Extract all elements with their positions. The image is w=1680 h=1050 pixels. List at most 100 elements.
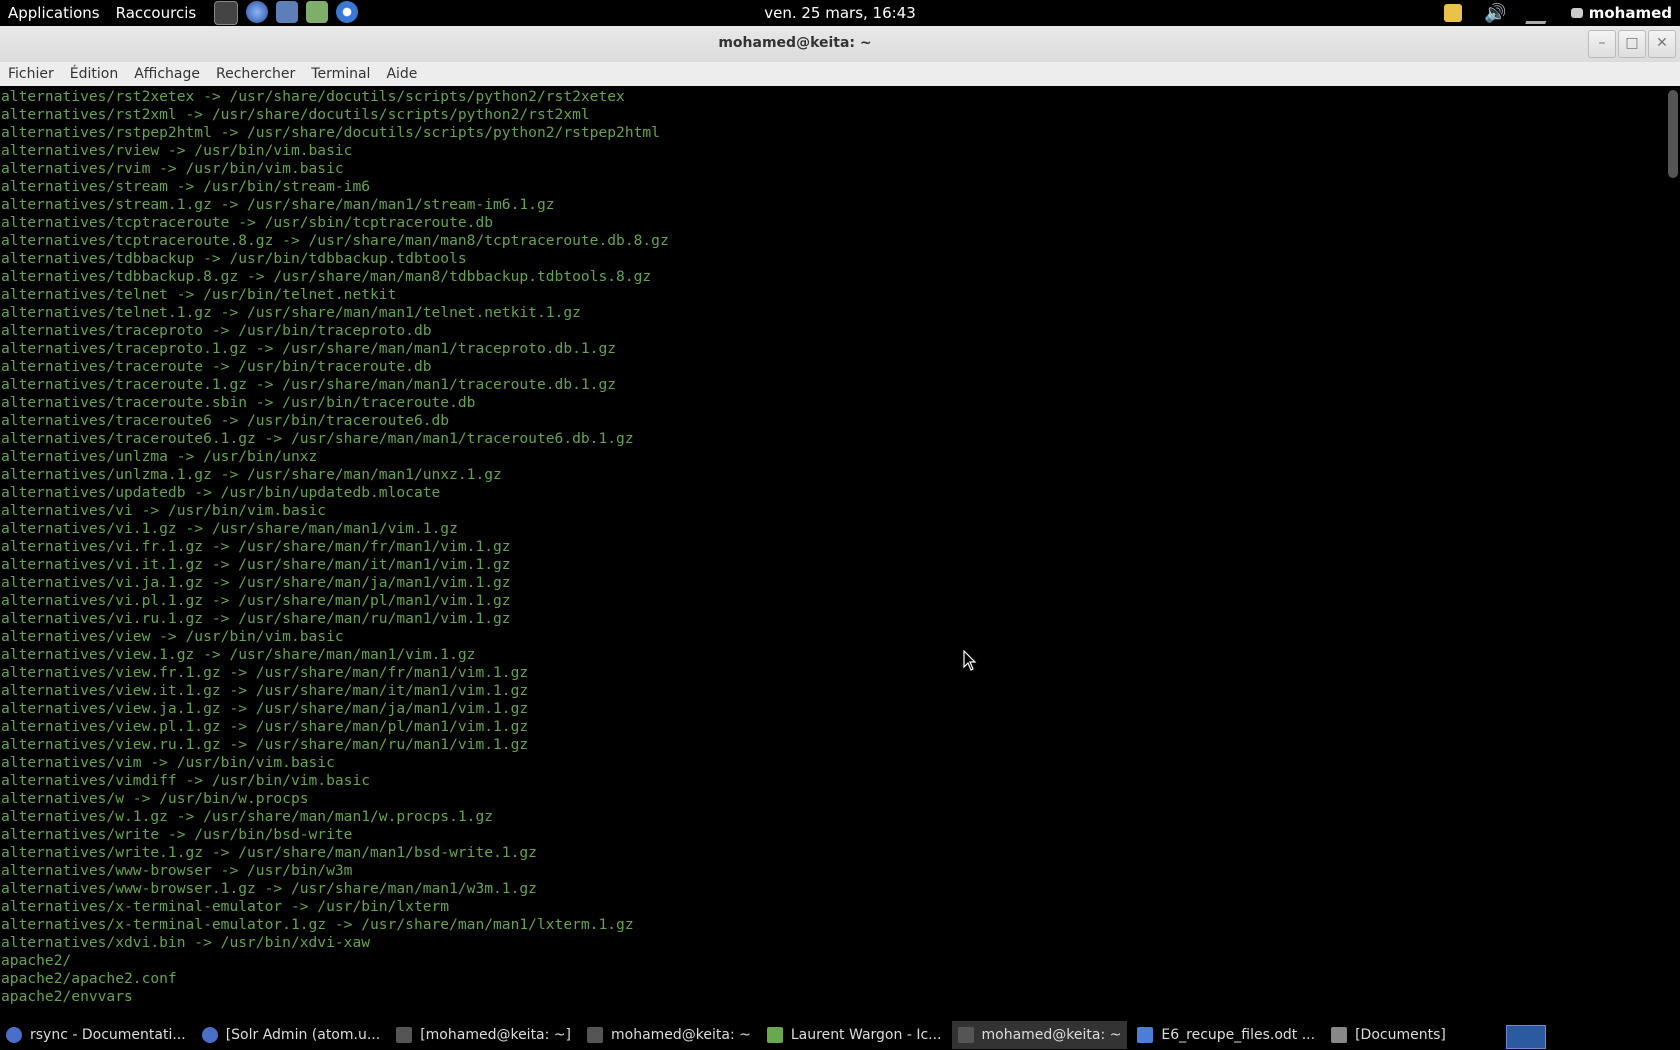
window-titlebar[interactable]: mohamed@keita: ~ – □ ✕ [0, 26, 1680, 63]
menu-rechercher[interactable]: Rechercher [208, 66, 303, 82]
virtualbox-launcher-icon[interactable] [276, 1, 299, 23]
menu-fichier[interactable]: Fichier [0, 66, 62, 82]
terminal-line: alternatives/stream.1.gz -> /usr/share/m… [1, 196, 555, 213]
update-notifier-icon[interactable] [1444, 4, 1463, 22]
terminal-line: alternatives/traceroute6 -> /usr/bin/tra… [1, 412, 450, 429]
terminal-line: alternatives/traceroute -> /usr/bin/trac… [1, 358, 432, 375]
terminal-line: alternatives/rvim -> /usr/bin/vim.basic [1, 160, 344, 177]
terminal-line: alternatives/traceproto -> /usr/bin/trac… [1, 322, 432, 339]
terminal-line: alternatives/vim -> /usr/bin/vim.basic [1, 754, 335, 771]
terminal-line: apache2/envvars [1, 988, 133, 1004]
taskbar-item[interactable]: [Documents] [1325, 1021, 1452, 1049]
taskbar-item-label: Laurent Wargon - Ic... [790, 1027, 942, 1043]
terminal-line: alternatives/write -> /usr/bin/bsd-write [1, 826, 353, 843]
scrollbar-thumb[interactable] [1668, 90, 1678, 178]
top-panel: Applications Raccourcis ven. 25 mars, 16… [0, 0, 1680, 26]
taskbar-item[interactable]: [mohamed@keita: ~] [390, 1021, 577, 1049]
taskbar-item[interactable]: Laurent Wargon - Ic... [761, 1021, 948, 1049]
image-viewer-launcher-icon[interactable] [306, 1, 329, 23]
terminal-line: alternatives/traceroute.1.gz -> /usr/sha… [1, 376, 617, 393]
terminal-line: alternatives/traceroute.sbin -> /usr/bin… [1, 394, 476, 411]
terminal-line: alternatives/view.pl.1.gz -> /usr/share/… [1, 718, 529, 735]
taskbar-item-label: [mohamed@keita: ~] [420, 1027, 571, 1043]
terminal-line: alternatives/tdbbackup -> /usr/bin/tdbba… [1, 250, 467, 267]
user-menu[interactable]: mohamed [1570, 4, 1672, 22]
volume-icon[interactable]: 🔊 [1484, 3, 1506, 24]
terminal-icon [396, 1027, 413, 1043]
terminal-line: alternatives/view.1.gz -> /usr/share/man… [1, 646, 476, 663]
firefox-icon [201, 1027, 218, 1043]
user-name: mohamed [1588, 4, 1672, 22]
terminal-line: alternatives/stream -> /usr/bin/stream-i… [1, 178, 371, 195]
terminal-line: alternatives/rstpep2html -> /usr/share/d… [1, 124, 660, 141]
image-viewer-icon [766, 1027, 783, 1043]
terminal-line: alternatives/vi.it.1.gz -> /usr/share/ma… [1, 556, 511, 573]
mouse-pointer-icon [963, 650, 977, 671]
firefox-icon [6, 1027, 22, 1043]
taskbar-item[interactable]: mohamed@keita: ~ [951, 1021, 1128, 1049]
terminal-line: alternatives/updatedb -> /usr/bin/update… [1, 484, 441, 501]
terminal-line: alternatives/tcptraceroute.8.gz -> /usr/… [1, 232, 669, 249]
terminal-line: alternatives/vi.ja.1.gz -> /usr/share/ma… [1, 574, 511, 591]
applications-menu[interactable]: Applications [0, 4, 108, 22]
chromium-launcher-icon[interactable] [336, 1, 359, 23]
terminal-line: alternatives/write.1.gz -> /usr/share/ma… [1, 844, 537, 861]
system-tray: 🔊 mohamed [1444, 0, 1672, 26]
workspace-switcher[interactable] [1506, 1025, 1546, 1049]
taskbar-item-label: [Documents] [1355, 1027, 1446, 1043]
terminal-icon [957, 1027, 974, 1043]
taskbar-item-label: mohamed@keita: ~ [611, 1027, 751, 1043]
terminal-line: alternatives/vi.1.gz -> /usr/share/man/m… [1, 520, 458, 537]
terminal-line: alternatives/tcptraceroute -> /usr/sbin/… [1, 214, 494, 231]
chat-icon [1570, 8, 1583, 18]
terminal-output[interactable]: alternatives/rst2xetex -> /usr/share/doc… [0, 87, 1664, 1004]
terminal-line: alternatives/w.1.gz -> /usr/share/man/ma… [1, 808, 494, 825]
minimize-button[interactable]: – [1588, 30, 1616, 58]
terminal-line: alternatives/xdvi.bin -> /usr/bin/xdvi-x… [1, 934, 371, 951]
terminal-line: apache2/ [1, 952, 72, 969]
menu-terminal[interactable]: Terminal [303, 66, 378, 82]
terminal-line: alternatives/vi.pl.1.gz -> /usr/share/ma… [1, 592, 511, 609]
terminal-icon [587, 1027, 603, 1043]
menubar: Fichier Édition Affichage Rechercher Ter… [0, 62, 1680, 86]
terminal-line: alternatives/vi -> /usr/bin/vim.basic [1, 502, 327, 519]
taskbar-item[interactable]: rsync - Documentati... [0, 1021, 192, 1049]
launcher-bar [214, 1, 359, 25]
firefox-launcher-icon[interactable] [246, 1, 269, 23]
taskbar-item[interactable]: mohamed@keita: ~ [581, 1021, 757, 1049]
taskbar-item[interactable]: E6_recupe_files.odt ... [1131, 1021, 1321, 1049]
terminal-lines: alternatives/rst2xetex -> /usr/share/doc… [0, 87, 1664, 1004]
terminal-line: alternatives/tdbbackup.8.gz -> /usr/shar… [1, 268, 652, 285]
network-icon[interactable] [1524, 2, 1553, 24]
terminal-line: apache2/apache2.conf [1, 970, 177, 987]
terminal-line: alternatives/traceroute6.1.gz -> /usr/sh… [1, 430, 634, 447]
close-button[interactable]: ✕ [1648, 30, 1676, 58]
terminal-line: alternatives/x-terminal-emulator.1.gz ->… [1, 916, 634, 933]
taskbar: rsync - Documentati... [Solr Admin (atom.… [0, 1020, 1680, 1050]
terminal-line: alternatives/rst2xml -> /usr/share/docut… [1, 106, 590, 123]
terminal-line: alternatives/view.it.1.gz -> /usr/share/… [1, 682, 529, 699]
terminal-scrollbar[interactable] [1668, 90, 1678, 1000]
terminal-line: alternatives/www-browser.1.gz -> /usr/sh… [1, 880, 537, 897]
menu-affichage[interactable]: Affichage [126, 66, 208, 82]
window-title: mohamed@keita: ~ [718, 35, 872, 51]
terminal-line: alternatives/traceproto.1.gz -> /usr/sha… [1, 340, 617, 357]
menu-edition[interactable]: Édition [62, 66, 126, 82]
document-icon [1137, 1027, 1154, 1043]
taskbar-item-label: [Solr Admin (atom.u... [225, 1027, 381, 1043]
terminal-line: alternatives/view.fr.1.gz -> /usr/share/… [1, 664, 529, 681]
terminal-line: alternatives/vi.ru.1.gz -> /usr/share/ma… [1, 610, 511, 627]
terminal-line: alternatives/w -> /usr/bin/w.procps [1, 790, 309, 807]
terminal-line: alternatives/x-terminal-emulator -> /usr… [1, 898, 450, 915]
terminal-line: alternatives/telnet.1.gz -> /usr/share/m… [1, 304, 581, 321]
terminal-launcher-icon[interactable] [214, 1, 239, 25]
shortcuts-menu[interactable]: Raccourcis [108, 4, 205, 22]
maximize-button[interactable]: □ [1618, 30, 1646, 58]
taskbar-item-label: rsync - Documentati... [30, 1027, 186, 1043]
folder-icon [1331, 1027, 1348, 1043]
menu-aide[interactable]: Aide [378, 66, 425, 82]
window-controls: – □ ✕ [1588, 30, 1676, 58]
terminal-line: alternatives/view.ja.1.gz -> /usr/share/… [1, 700, 529, 717]
taskbar-item[interactable]: [Solr Admin (atom.u... [196, 1021, 387, 1049]
terminal-line: alternatives/vimdiff -> /usr/bin/vim.bas… [1, 772, 371, 789]
